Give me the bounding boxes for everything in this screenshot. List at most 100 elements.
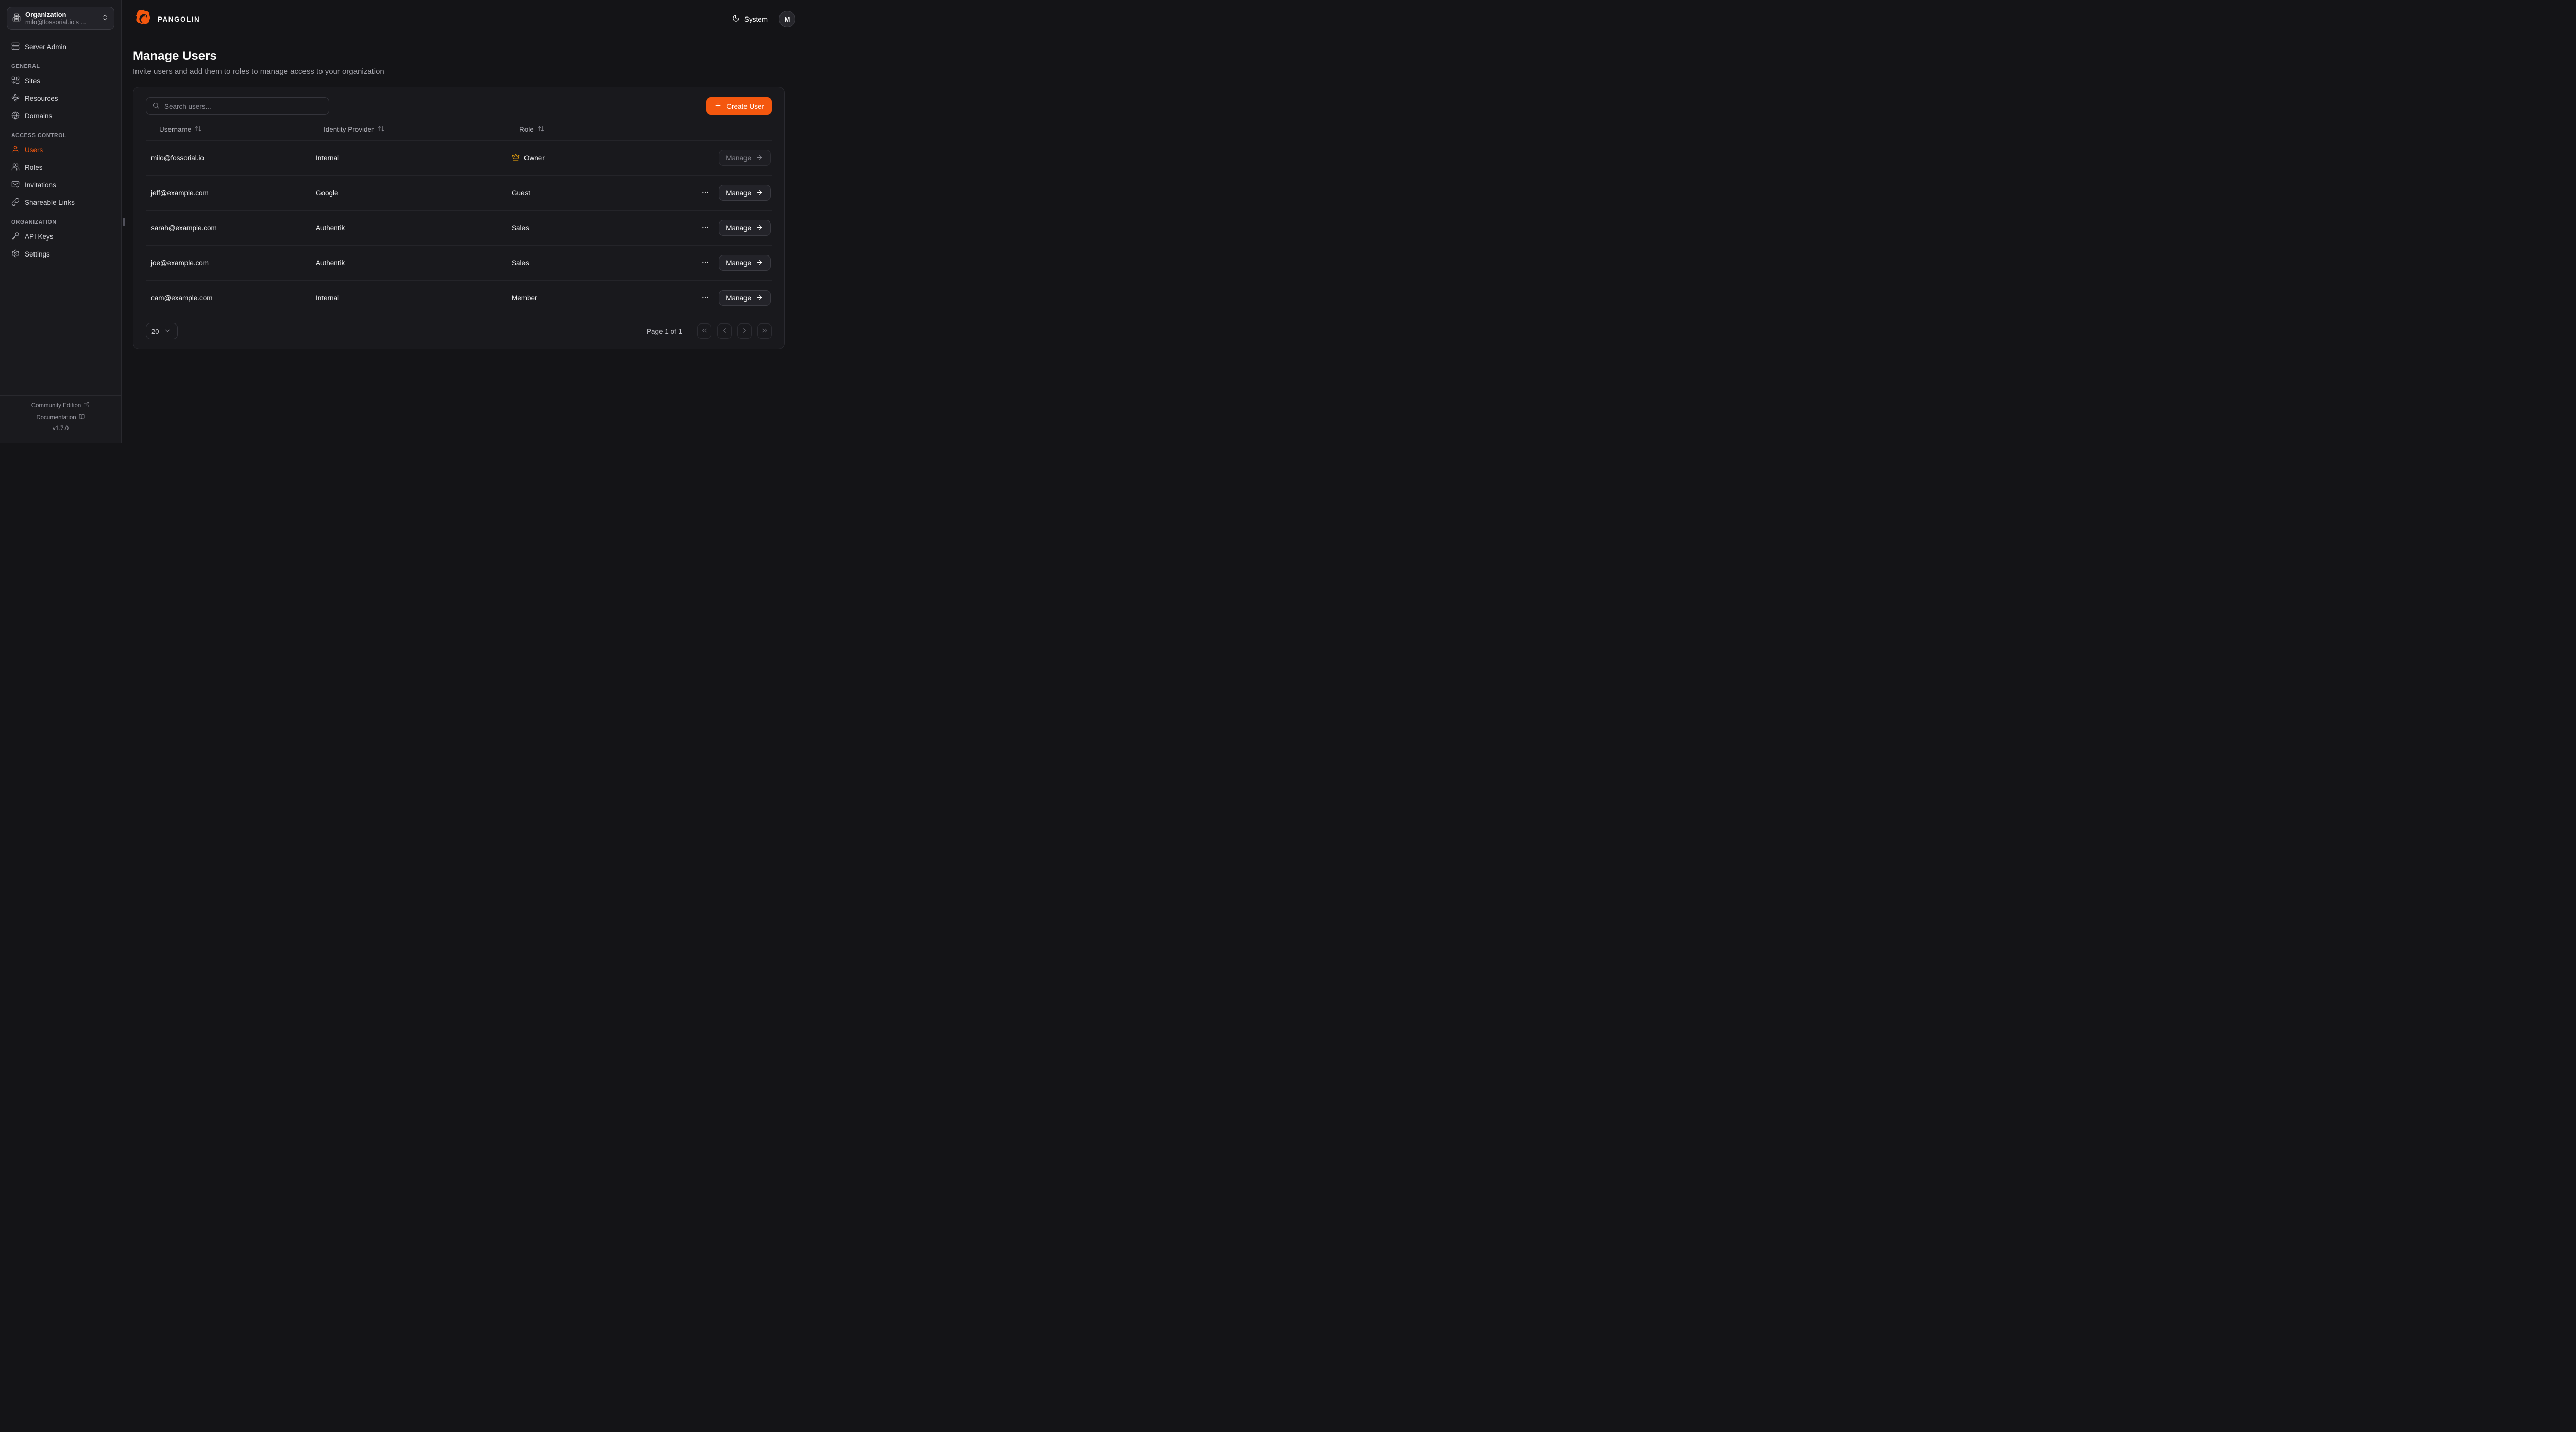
sidebar-resize-handle[interactable] bbox=[123, 218, 125, 226]
sidebar: Organization milo@fossorial.io's ... Ser… bbox=[0, 0, 122, 443]
table-row: joe@example.com Authentik Sales Manage bbox=[146, 246, 772, 281]
org-switcher[interactable]: Organization milo@fossorial.io's ... bbox=[7, 7, 114, 30]
role-cell: Member bbox=[504, 281, 653, 316]
sidebar-item-label: Server Admin bbox=[25, 43, 66, 51]
globe-icon bbox=[11, 111, 20, 121]
sidebar-item-server-admin[interactable]: Server Admin bbox=[7, 39, 114, 55]
org-picker-value: milo@fossorial.io's ... bbox=[25, 19, 97, 26]
role-cell-label: Owner bbox=[524, 154, 545, 162]
column-sort-role[interactable]: Role bbox=[519, 125, 545, 134]
first-page-button[interactable] bbox=[697, 323, 711, 339]
main-content: PANGOLIN System M Manage Users Invite us… bbox=[122, 0, 808, 443]
sort-icon bbox=[537, 125, 545, 134]
search-icon bbox=[152, 101, 160, 111]
identity-provider-cell: Google bbox=[311, 176, 504, 211]
sidebar-item-users[interactable]: Users bbox=[7, 142, 114, 158]
sidebar-item-roles[interactable]: Roles bbox=[7, 160, 114, 175]
column-header-label: Role bbox=[519, 126, 534, 133]
arrow-right-icon bbox=[756, 224, 764, 233]
sidebar-item-shareable-links[interactable]: Shareable Links bbox=[7, 195, 114, 210]
user-avatar[interactable]: M bbox=[779, 11, 795, 27]
sidebar-item-label: Users bbox=[25, 146, 43, 154]
search-input[interactable] bbox=[164, 103, 323, 110]
role-cell: Guest bbox=[504, 176, 653, 211]
theme-toggle-label: System bbox=[744, 15, 768, 23]
sidebar-item-settings[interactable]: Settings bbox=[7, 246, 114, 262]
row-actions-menu-button[interactable] bbox=[699, 186, 711, 200]
page-size-select[interactable]: 20 bbox=[146, 323, 178, 339]
row-actions-menu-button[interactable] bbox=[699, 256, 711, 270]
documentation-link[interactable]: Documentation bbox=[5, 414, 116, 421]
sidebar-item-invitations[interactable]: Invitations bbox=[7, 177, 114, 193]
documentation-label: Documentation bbox=[36, 415, 76, 421]
waypoints-icon bbox=[11, 94, 20, 104]
sidebar-item-label: Sites bbox=[25, 77, 40, 85]
manage-button[interactable]: Manage bbox=[719, 150, 771, 166]
user-icon bbox=[11, 145, 20, 155]
identity-provider-cell: Internal bbox=[311, 281, 504, 316]
sidebar-nav: Server Admin GENERAL Sites Resources Dom… bbox=[0, 33, 121, 395]
manage-button[interactable]: Manage bbox=[719, 255, 771, 271]
manage-button[interactable]: Manage bbox=[719, 185, 771, 201]
sidebar-item-label: Settings bbox=[25, 250, 50, 258]
theme-toggle-button[interactable]: System bbox=[732, 14, 768, 24]
brand-name: PANGOLIN bbox=[158, 15, 200, 23]
plus-icon bbox=[714, 101, 722, 111]
identity-provider-cell: Internal bbox=[311, 141, 504, 176]
link-icon bbox=[11, 198, 20, 208]
next-page-button[interactable] bbox=[737, 323, 752, 339]
row-actions-menu-button[interactable] bbox=[699, 221, 711, 235]
sidebar-footer: Community Edition Documentation v1.7.0 bbox=[0, 395, 121, 443]
app-version: v1.7.0 bbox=[5, 425, 116, 432]
chevron-down-icon bbox=[164, 327, 171, 336]
arrow-right-icon bbox=[756, 154, 764, 163]
manage-button[interactable]: Manage bbox=[719, 220, 771, 236]
role-cell: Sales bbox=[504, 211, 653, 246]
users-card: Create User Username Identity Provider bbox=[133, 87, 785, 349]
previous-page-button[interactable] bbox=[717, 323, 732, 339]
role-cell: Sales bbox=[504, 246, 653, 281]
sidebar-item-sites[interactable]: Sites bbox=[7, 73, 114, 89]
page-info: Page 1 of 1 bbox=[647, 328, 682, 335]
key-icon bbox=[11, 232, 20, 242]
ellipsis-icon bbox=[701, 188, 709, 198]
arrow-right-icon bbox=[756, 259, 764, 268]
sidebar-item-label: API Keys bbox=[25, 233, 54, 241]
username-cell: joe@example.com bbox=[146, 246, 311, 281]
users-table: Username Identity Provider Role bbox=[146, 119, 772, 315]
manage-button-label: Manage bbox=[726, 259, 751, 267]
community-edition-link[interactable]: Community Edition bbox=[5, 402, 116, 410]
section-title-access-control: ACCESS CONTROL bbox=[11, 132, 110, 139]
sidebar-item-api-keys[interactable]: API Keys bbox=[7, 229, 114, 244]
identity-provider-cell: Authentik bbox=[311, 211, 504, 246]
table-row: cam@example.com Internal Member Manage bbox=[146, 281, 772, 316]
last-page-button[interactable] bbox=[757, 323, 772, 339]
arrow-right-icon bbox=[756, 189, 764, 198]
sidebar-item-domains[interactable]: Domains bbox=[7, 108, 114, 124]
username-cell: milo@fossorial.io bbox=[146, 141, 311, 176]
external-link-icon bbox=[83, 402, 90, 410]
section-title-general: GENERAL bbox=[11, 63, 110, 70]
search-box bbox=[146, 97, 329, 115]
server-icon bbox=[11, 42, 20, 52]
manage-button-label: Manage bbox=[726, 224, 751, 232]
page-size-value: 20 bbox=[151, 328, 159, 335]
page-subtitle: Invite users and add them to roles to ma… bbox=[133, 67, 785, 76]
create-user-button[interactable]: Create User bbox=[706, 97, 772, 115]
mail-check-icon bbox=[11, 180, 20, 190]
sidebar-item-label: Resources bbox=[25, 95, 58, 103]
sort-icon bbox=[378, 125, 385, 134]
manage-button[interactable]: Manage bbox=[719, 290, 771, 306]
column-header-label: Username bbox=[159, 126, 191, 133]
sidebar-item-label: Invitations bbox=[25, 181, 56, 189]
column-sort-username[interactable]: Username bbox=[159, 125, 202, 134]
table-row: sarah@example.com Authentik Sales Manage bbox=[146, 211, 772, 246]
community-edition-label: Community Edition bbox=[31, 403, 81, 409]
sidebar-item-label: Shareable Links bbox=[25, 199, 75, 207]
ellipsis-icon bbox=[701, 293, 709, 303]
ellipsis-icon bbox=[701, 223, 709, 233]
chevron-left-icon bbox=[721, 327, 728, 336]
column-sort-identity-provider[interactable]: Identity Provider bbox=[324, 125, 385, 134]
sidebar-item-resources[interactable]: Resources bbox=[7, 91, 114, 106]
row-actions-menu-button[interactable] bbox=[699, 291, 711, 305]
